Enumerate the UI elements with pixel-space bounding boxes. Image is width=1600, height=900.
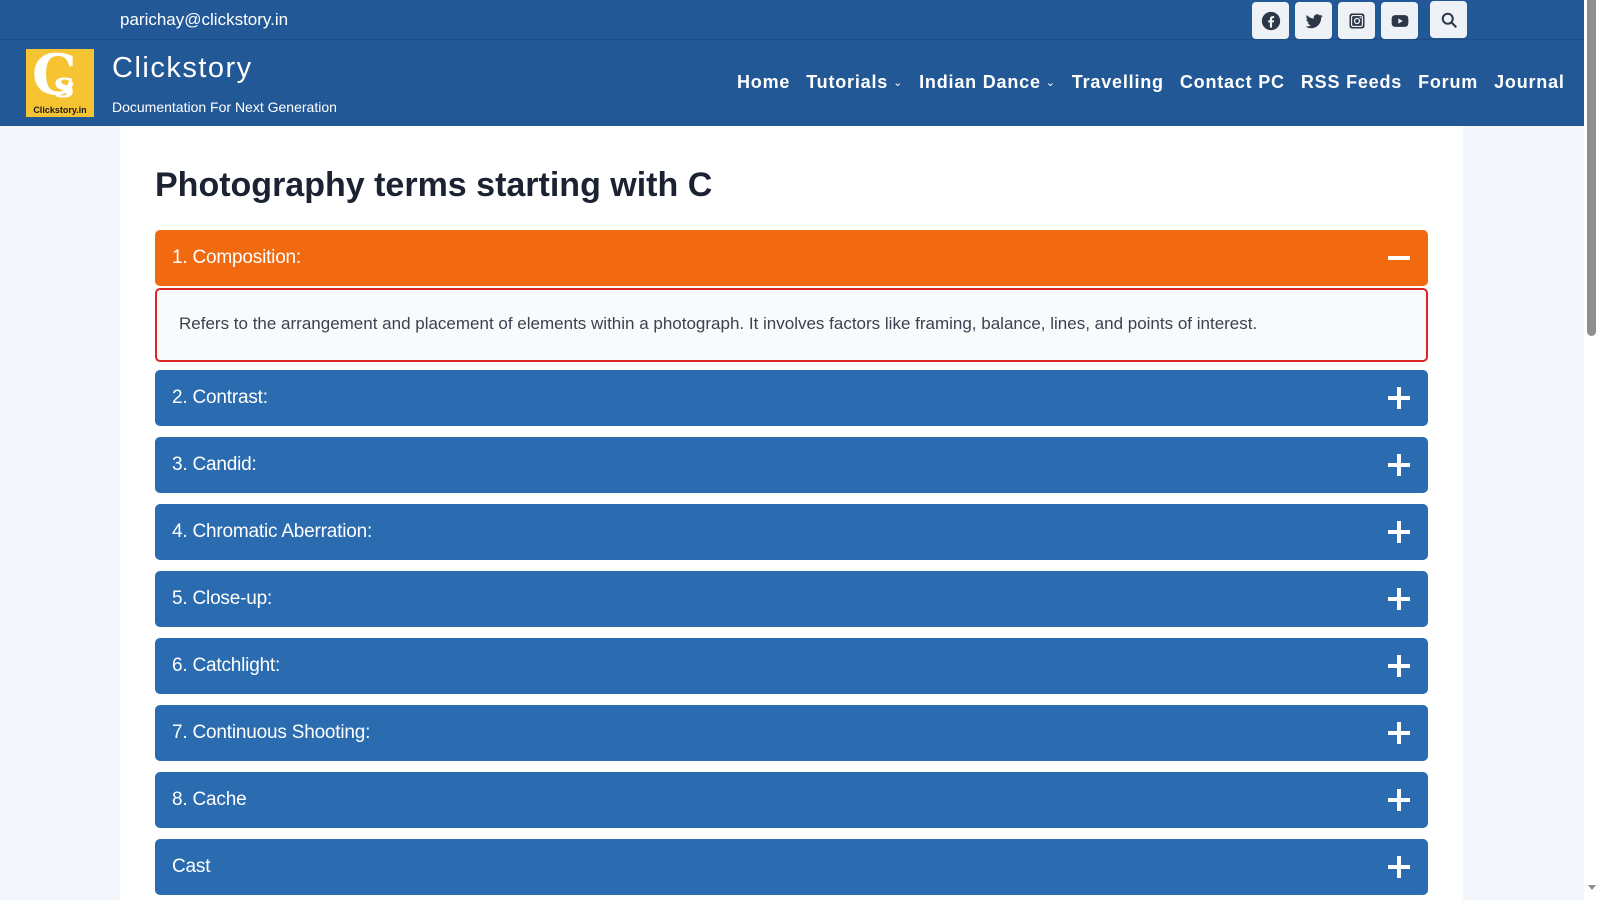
- accordion-item-composition: 1. Composition: Refers to the arrangemen…: [155, 230, 1428, 362]
- plus-icon: [1388, 722, 1410, 744]
- site-header: C s Clickstory.in Clickstory Documentati…: [0, 40, 1584, 126]
- plus-icon: [1388, 387, 1410, 409]
- site-tagline: Documentation For Next Generation: [112, 99, 337, 115]
- main-nav: Home Tutorials ⌄ Indian Dance ⌄ Travelling…: [737, 72, 1584, 93]
- search-icon: [1441, 12, 1457, 28]
- twitter-button[interactable]: [1295, 2, 1332, 39]
- accordion-header[interactable]: 8. Cache: [155, 772, 1428, 828]
- accordion-label: 8. Cache: [172, 789, 247, 810]
- social-icons-group: [1252, 1, 1467, 39]
- minus-icon: [1388, 247, 1410, 269]
- plus-icon: [1388, 789, 1410, 811]
- page-viewport: parichay@clickstory.in C s Clickstory.in…: [0, 0, 1584, 900]
- accordion-label: 7. Continuous Shooting:: [172, 722, 371, 743]
- accordion-panel: Refers to the arrangement and placement …: [155, 288, 1428, 362]
- nav-item-tutorials[interactable]: Tutorials ⌄: [806, 72, 903, 93]
- nav-item-rss-feeds[interactable]: RSS Feeds: [1301, 72, 1402, 93]
- accordion-header[interactable]: 3. Candid:: [155, 437, 1428, 493]
- accordion-label: 5. Close-up:: [172, 588, 273, 609]
- accordion-item-candid: 3. Candid:: [155, 437, 1428, 493]
- chevron-down-icon: ⌄: [893, 77, 904, 89]
- plus-icon: [1388, 856, 1410, 878]
- accordion-item-close-up: 5. Close-up:: [155, 571, 1428, 627]
- accordion-header[interactable]: Cast: [155, 839, 1428, 895]
- instagram-button[interactable]: [1338, 2, 1375, 39]
- accordion-label: 6. Catchlight:: [172, 655, 281, 676]
- logo-letter-s: s: [54, 64, 75, 106]
- site-logo[interactable]: C s Clickstory.in: [26, 49, 94, 117]
- plus-icon: [1388, 588, 1410, 610]
- accordion-header[interactable]: 6. Catchlight:: [155, 638, 1428, 694]
- nav-label: Forum: [1418, 72, 1479, 92]
- accordion-header[interactable]: 2. Contrast:: [155, 370, 1428, 426]
- twitter-icon: [1305, 13, 1323, 28]
- accordion-label: 2. Contrast:: [172, 387, 268, 408]
- accordion-label: 1. Composition:: [172, 247, 302, 268]
- facebook-button[interactable]: [1252, 2, 1289, 39]
- accordion-label: Cast: [172, 856, 211, 877]
- accordion-label: 4. Chromatic Aberration:: [172, 521, 373, 542]
- accordion-item-cast: Cast: [155, 839, 1428, 895]
- nav-item-forum[interactable]: Forum: [1418, 72, 1478, 93]
- accordion-header[interactable]: 1. Composition:: [155, 230, 1428, 286]
- nav-item-contact-pc[interactable]: Contact PC: [1180, 72, 1285, 93]
- logo-caption: Clickstory.in: [33, 105, 87, 115]
- search-button[interactable]: [1430, 1, 1467, 38]
- accordion-item-chromatic-aberration: 4. Chromatic Aberration:: [155, 504, 1428, 560]
- scrollbar-thumb[interactable]: [1587, 0, 1596, 336]
- accordion-item-continuous-shooting: 7. Continuous Shooting:: [155, 705, 1428, 761]
- plus-icon: [1388, 454, 1410, 476]
- nav-item-journal[interactable]: Journal: [1494, 72, 1565, 93]
- nav-label: Tutorials: [806, 72, 889, 92]
- accordion-header[interactable]: 4. Chromatic Aberration:: [155, 504, 1428, 560]
- page-title: Photography terms starting with C: [155, 166, 713, 204]
- nav-item-home[interactable]: Home: [737, 72, 790, 93]
- chevron-down-icon: ⌄: [1045, 77, 1056, 89]
- nav-label: Home: [737, 72, 791, 92]
- main-content: Photography terms starting with C 1. Com…: [120, 126, 1463, 900]
- facebook-icon: [1261, 11, 1280, 30]
- nav-label: Travelling: [1071, 72, 1164, 92]
- nav-label: Indian Dance: [919, 72, 1041, 92]
- vertical-scrollbar[interactable]: [1584, 0, 1600, 900]
- site-title[interactable]: Clickstory: [112, 52, 253, 85]
- nav-label: Journal: [1494, 72, 1565, 92]
- nav-item-indian-dance[interactable]: Indian Dance ⌄: [919, 72, 1056, 93]
- instagram-icon: [1349, 13, 1364, 28]
- nav-label: Contact PC: [1179, 72, 1285, 92]
- accordion-item-catchlight: 6. Catchlight:: [155, 638, 1428, 694]
- accordion-item-contrast: 2. Contrast:: [155, 370, 1428, 426]
- accordion-header[interactable]: 5. Close-up:: [155, 571, 1428, 627]
- plus-icon: [1388, 521, 1410, 543]
- youtube-icon: [1391, 14, 1408, 27]
- contact-email[interactable]: parichay@clickstory.in: [120, 10, 288, 30]
- youtube-button[interactable]: [1381, 2, 1418, 39]
- accordion-label: 3. Candid:: [172, 454, 257, 475]
- accordion-item-cache: 8. Cache: [155, 772, 1428, 828]
- nav-label: RSS Feeds: [1300, 72, 1403, 92]
- plus-icon: [1388, 655, 1410, 677]
- accordion-header[interactable]: 7. Continuous Shooting:: [155, 705, 1428, 761]
- scroll-down-arrow-icon[interactable]: [1588, 885, 1596, 890]
- nav-item-travelling[interactable]: Travelling: [1072, 72, 1164, 93]
- top-bar: parichay@clickstory.in: [0, 0, 1584, 40]
